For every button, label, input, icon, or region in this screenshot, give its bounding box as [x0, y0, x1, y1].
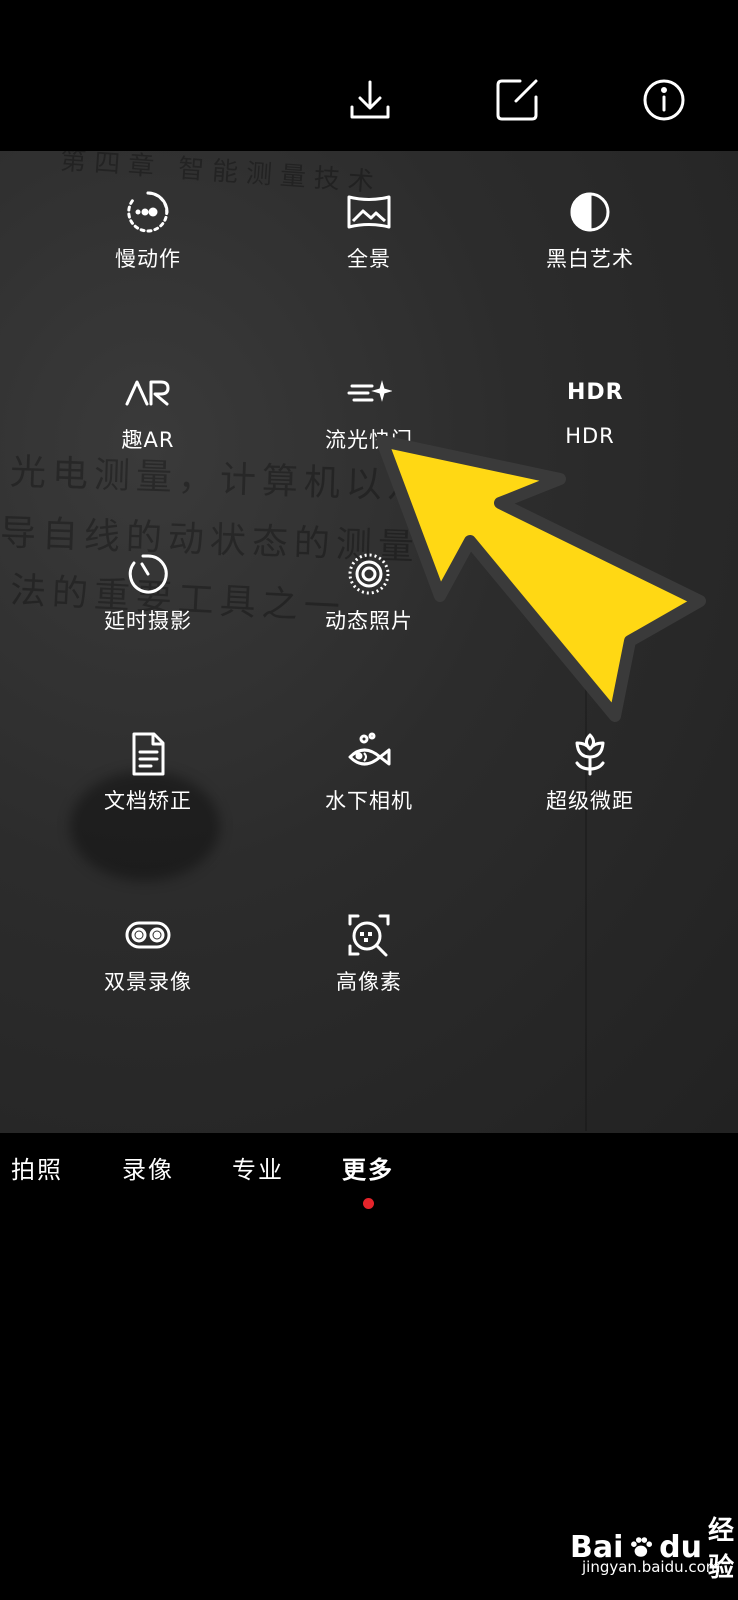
mode-slow-motion[interactable]: 慢动作 — [58, 189, 238, 273]
mode-label: 慢动作 — [115, 247, 181, 271]
hdr-icon: HDR — [567, 380, 624, 405]
mode-label: 双景录像 — [104, 970, 192, 994]
mode-panorama[interactable]: 全景 — [279, 189, 459, 273]
mode-document[interactable]: 文档矫正 — [58, 731, 238, 815]
info-icon — [643, 79, 685, 121]
mode-time-lapse[interactable]: 延时摄影 — [58, 551, 238, 635]
top-toolbar — [0, 0, 738, 151]
mode-label: 水下相机 — [325, 789, 413, 813]
mode-monochrome[interactable]: 黑白艺术 — [500, 189, 680, 273]
camera-viewfinder: 第四章 智能测量技术 光电测量，计算机以及物 导自线的动状态的测量 法的重要工具… — [0, 151, 738, 1133]
tab-video[interactable]: 录像 — [122, 1150, 174, 1185]
mode-label: 趣AR — [121, 428, 175, 452]
panorama-icon — [347, 195, 391, 229]
active-tab-indicator — [363, 1198, 374, 1209]
light-painting-icon — [347, 380, 392, 402]
mode-label: 黑白艺术 — [546, 247, 634, 271]
ar-icon — [125, 380, 170, 406]
edit-button[interactable] — [493, 76, 541, 124]
mode-label: 全景 — [347, 247, 391, 271]
mode-label: 文档矫正 — [104, 789, 192, 813]
download-button[interactable] — [346, 76, 394, 124]
dual-view-icon — [125, 921, 171, 949]
annotation-arrow — [376, 435, 706, 722]
tab-pro[interactable]: 专业 — [232, 1150, 284, 1185]
mode-ar[interactable]: 趣AR — [58, 370, 238, 454]
edit-icon — [496, 79, 538, 121]
tab-photo[interactable]: 拍照 — [11, 1150, 63, 1185]
document-icon — [132, 732, 165, 776]
mode-label: 超级微距 — [546, 789, 634, 813]
download-icon — [350, 80, 390, 119]
slow-motion-icon — [127, 191, 169, 233]
mode-label: 延时摄影 — [104, 609, 192, 633]
mode-label: 高像素 — [336, 970, 402, 994]
mode-high-resolution[interactable]: 高像素 — [279, 912, 459, 996]
mode-dual-view[interactable]: 双景录像 — [58, 912, 238, 996]
tab-more[interactable]: 更多 — [342, 1150, 394, 1185]
high-resolution-icon — [348, 914, 390, 957]
info-button[interactable] — [640, 76, 688, 124]
watermark-url: jingyan.baidu.com — [582, 1558, 721, 1576]
time-lapse-icon — [128, 554, 168, 594]
monochrome-icon — [570, 192, 610, 232]
